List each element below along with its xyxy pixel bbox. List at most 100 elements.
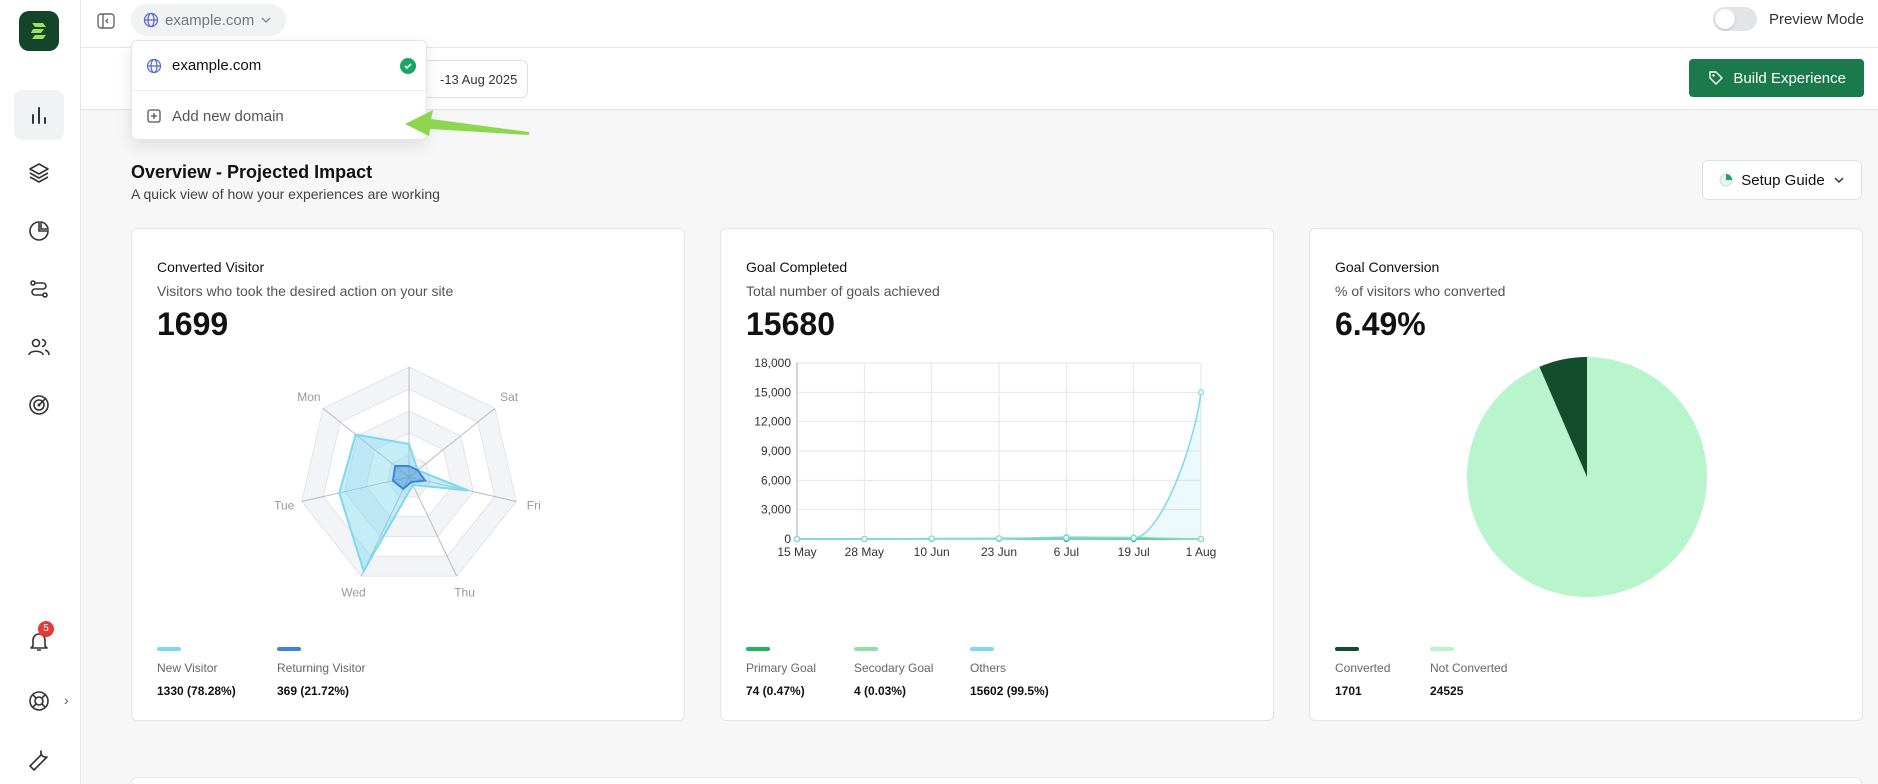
domain-selector-label: example.com xyxy=(165,11,255,29)
setup-guide-label: Setup Guide xyxy=(1741,171,1825,189)
radar-axis-label: Mon xyxy=(297,390,320,404)
legend-item: Primary Goal 74 (0.47%) xyxy=(746,647,816,698)
radar-axis-label: Sat xyxy=(500,390,519,404)
legend-item: Returning Visitor 369 (21.72%) xyxy=(277,647,366,698)
setup-guide-button[interactable]: Setup Guide xyxy=(1702,160,1862,200)
dropdown-item-add-domain[interactable]: Add new domain xyxy=(132,91,426,141)
sidebar-item-goals[interactable] xyxy=(14,380,64,430)
expand-sidebar-chevron-icon[interactable]: › xyxy=(64,692,69,708)
x-tick-label: 23 Jun xyxy=(981,545,1017,559)
settings-button[interactable] xyxy=(14,734,64,784)
x-tick-label: 28 May xyxy=(845,545,884,559)
legend-name: Not Converted xyxy=(1430,661,1508,675)
x-tick-label: 19 Jul xyxy=(1118,545,1150,559)
line-point xyxy=(995,535,1003,542)
card-title: Goal Completed xyxy=(746,259,848,275)
logo-icon xyxy=(31,23,46,39)
pie-chart xyxy=(1467,357,1707,597)
legend-value: 4 (0.03%) xyxy=(854,684,907,698)
card-value: 6.49% xyxy=(1335,306,1426,342)
y-tick-label: 6,000 xyxy=(761,473,791,487)
page-subtitle: A quick view of how your experiences are… xyxy=(131,186,440,202)
route-icon xyxy=(30,280,48,298)
app-logo[interactable] xyxy=(19,11,59,51)
plus-square-icon xyxy=(147,109,161,123)
sidebar-item-analytics[interactable] xyxy=(14,90,64,140)
domain-dropdown-menu: example.com Add new domain xyxy=(131,40,427,140)
globe-icon xyxy=(143,12,159,28)
legend-value: 369 (21.72%) xyxy=(277,684,350,698)
sidebar-item-layers[interactable] xyxy=(14,148,64,198)
line-chart: 0 3,000 6,000 9,000 12,000 15,000 18,000 15 May… xyxy=(754,357,1217,559)
card-goal-conversion: Goal Conversion % of visitors who conver… xyxy=(1309,228,1863,721)
radar-axis-label: Tue xyxy=(274,498,295,512)
radar-axis-label: Thu xyxy=(454,585,475,599)
progress-pie-icon xyxy=(1719,173,1733,187)
legend-swatch xyxy=(1430,647,1454,651)
card-value: 15680 xyxy=(746,306,835,342)
line-point xyxy=(793,535,801,543)
build-experience-label: Build Experience xyxy=(1733,69,1846,87)
y-tick-label: 3,000 xyxy=(761,503,791,517)
legend-name: Converted xyxy=(1335,661,1391,675)
sidebar: 5 › xyxy=(0,0,81,784)
radar-axis-label: Wed xyxy=(341,585,365,599)
lifebuoy-icon xyxy=(29,691,49,711)
y-tick-label: 0 xyxy=(784,532,791,546)
preview-mode-toggle[interactable] xyxy=(1712,7,1757,31)
line-point xyxy=(1130,534,1137,542)
help-button[interactable] xyxy=(14,676,64,726)
dropdown-item-domain-label: example.com xyxy=(172,57,262,74)
legend-name: Primary Goal xyxy=(746,661,817,675)
legend-swatch xyxy=(970,647,994,651)
dropdown-item-domain[interactable]: example.com xyxy=(132,41,426,91)
legend-swatch xyxy=(157,647,181,651)
sidebar-item-journeys[interactable] xyxy=(14,264,64,314)
build-experience-button[interactable]: Build Experience xyxy=(1689,59,1864,97)
card-title: Goal Conversion xyxy=(1335,259,1440,275)
x-tick-label: 6 Jul xyxy=(1054,545,1079,559)
target-icon xyxy=(29,395,49,415)
legend-value: 24525 xyxy=(1430,684,1464,698)
legend-name: New Visitor xyxy=(157,661,218,675)
legend-name: Secodary Goal xyxy=(854,661,934,675)
collapse-sidebar-button[interactable] xyxy=(96,11,116,31)
sidebar-item-reports[interactable] xyxy=(14,206,64,256)
users-icon xyxy=(28,338,50,356)
y-tick-label: 18,000 xyxy=(754,357,791,370)
y-tick-label: 12,000 xyxy=(754,415,791,429)
chevron-down-icon xyxy=(261,17,271,23)
line-point xyxy=(861,535,868,543)
x-tick-label: 1 Aug xyxy=(1186,545,1217,559)
card-value: 1699 xyxy=(157,306,229,342)
legend-swatch xyxy=(746,647,770,651)
domain-selector[interactable]: example.com xyxy=(131,4,287,36)
preview-mode-label: Preview Mode xyxy=(1768,10,1864,28)
y-tick-label: 15,000 xyxy=(754,385,791,399)
legend-item: Not Converted 24525 xyxy=(1430,647,1507,698)
legend-name: Returning Visitor xyxy=(277,661,366,675)
layers-icon xyxy=(29,163,49,183)
legend-item: Converted 1701 xyxy=(1335,647,1390,698)
y-tick-label: 9,000 xyxy=(761,444,791,458)
card-subtitle: Total number of goals achieved xyxy=(746,283,940,299)
card-converted-visitor: Converted Visitor Visitors who took the … xyxy=(131,228,685,721)
legend-value: 74 (0.47%) xyxy=(746,684,805,698)
line-point xyxy=(928,535,935,542)
next-section-card xyxy=(131,777,1862,784)
legend-value: 1330 (78.28%) xyxy=(157,684,236,698)
wrench-icon xyxy=(29,750,48,771)
x-tick-label: 10 Jun xyxy=(914,545,950,559)
legend-value: 15602 (99.5%) xyxy=(970,684,1049,698)
dropdown-item-add-domain-label: Add new domain xyxy=(172,107,284,125)
selected-check-icon xyxy=(400,58,416,74)
legend-value: 1701 xyxy=(1335,684,1362,698)
bar-chart-icon xyxy=(32,107,46,124)
radar-chart: SunSatFriThuWedTueMon xyxy=(274,366,541,599)
card-subtitle: Visitors who took the desired action on … xyxy=(157,283,454,299)
date-range-label: -13 Aug 2025 xyxy=(440,71,518,87)
sidebar-item-audiences[interactable] xyxy=(14,322,64,372)
globe-icon xyxy=(146,58,162,73)
line-point xyxy=(1197,389,1205,396)
notification-badge: 5 xyxy=(38,621,54,637)
